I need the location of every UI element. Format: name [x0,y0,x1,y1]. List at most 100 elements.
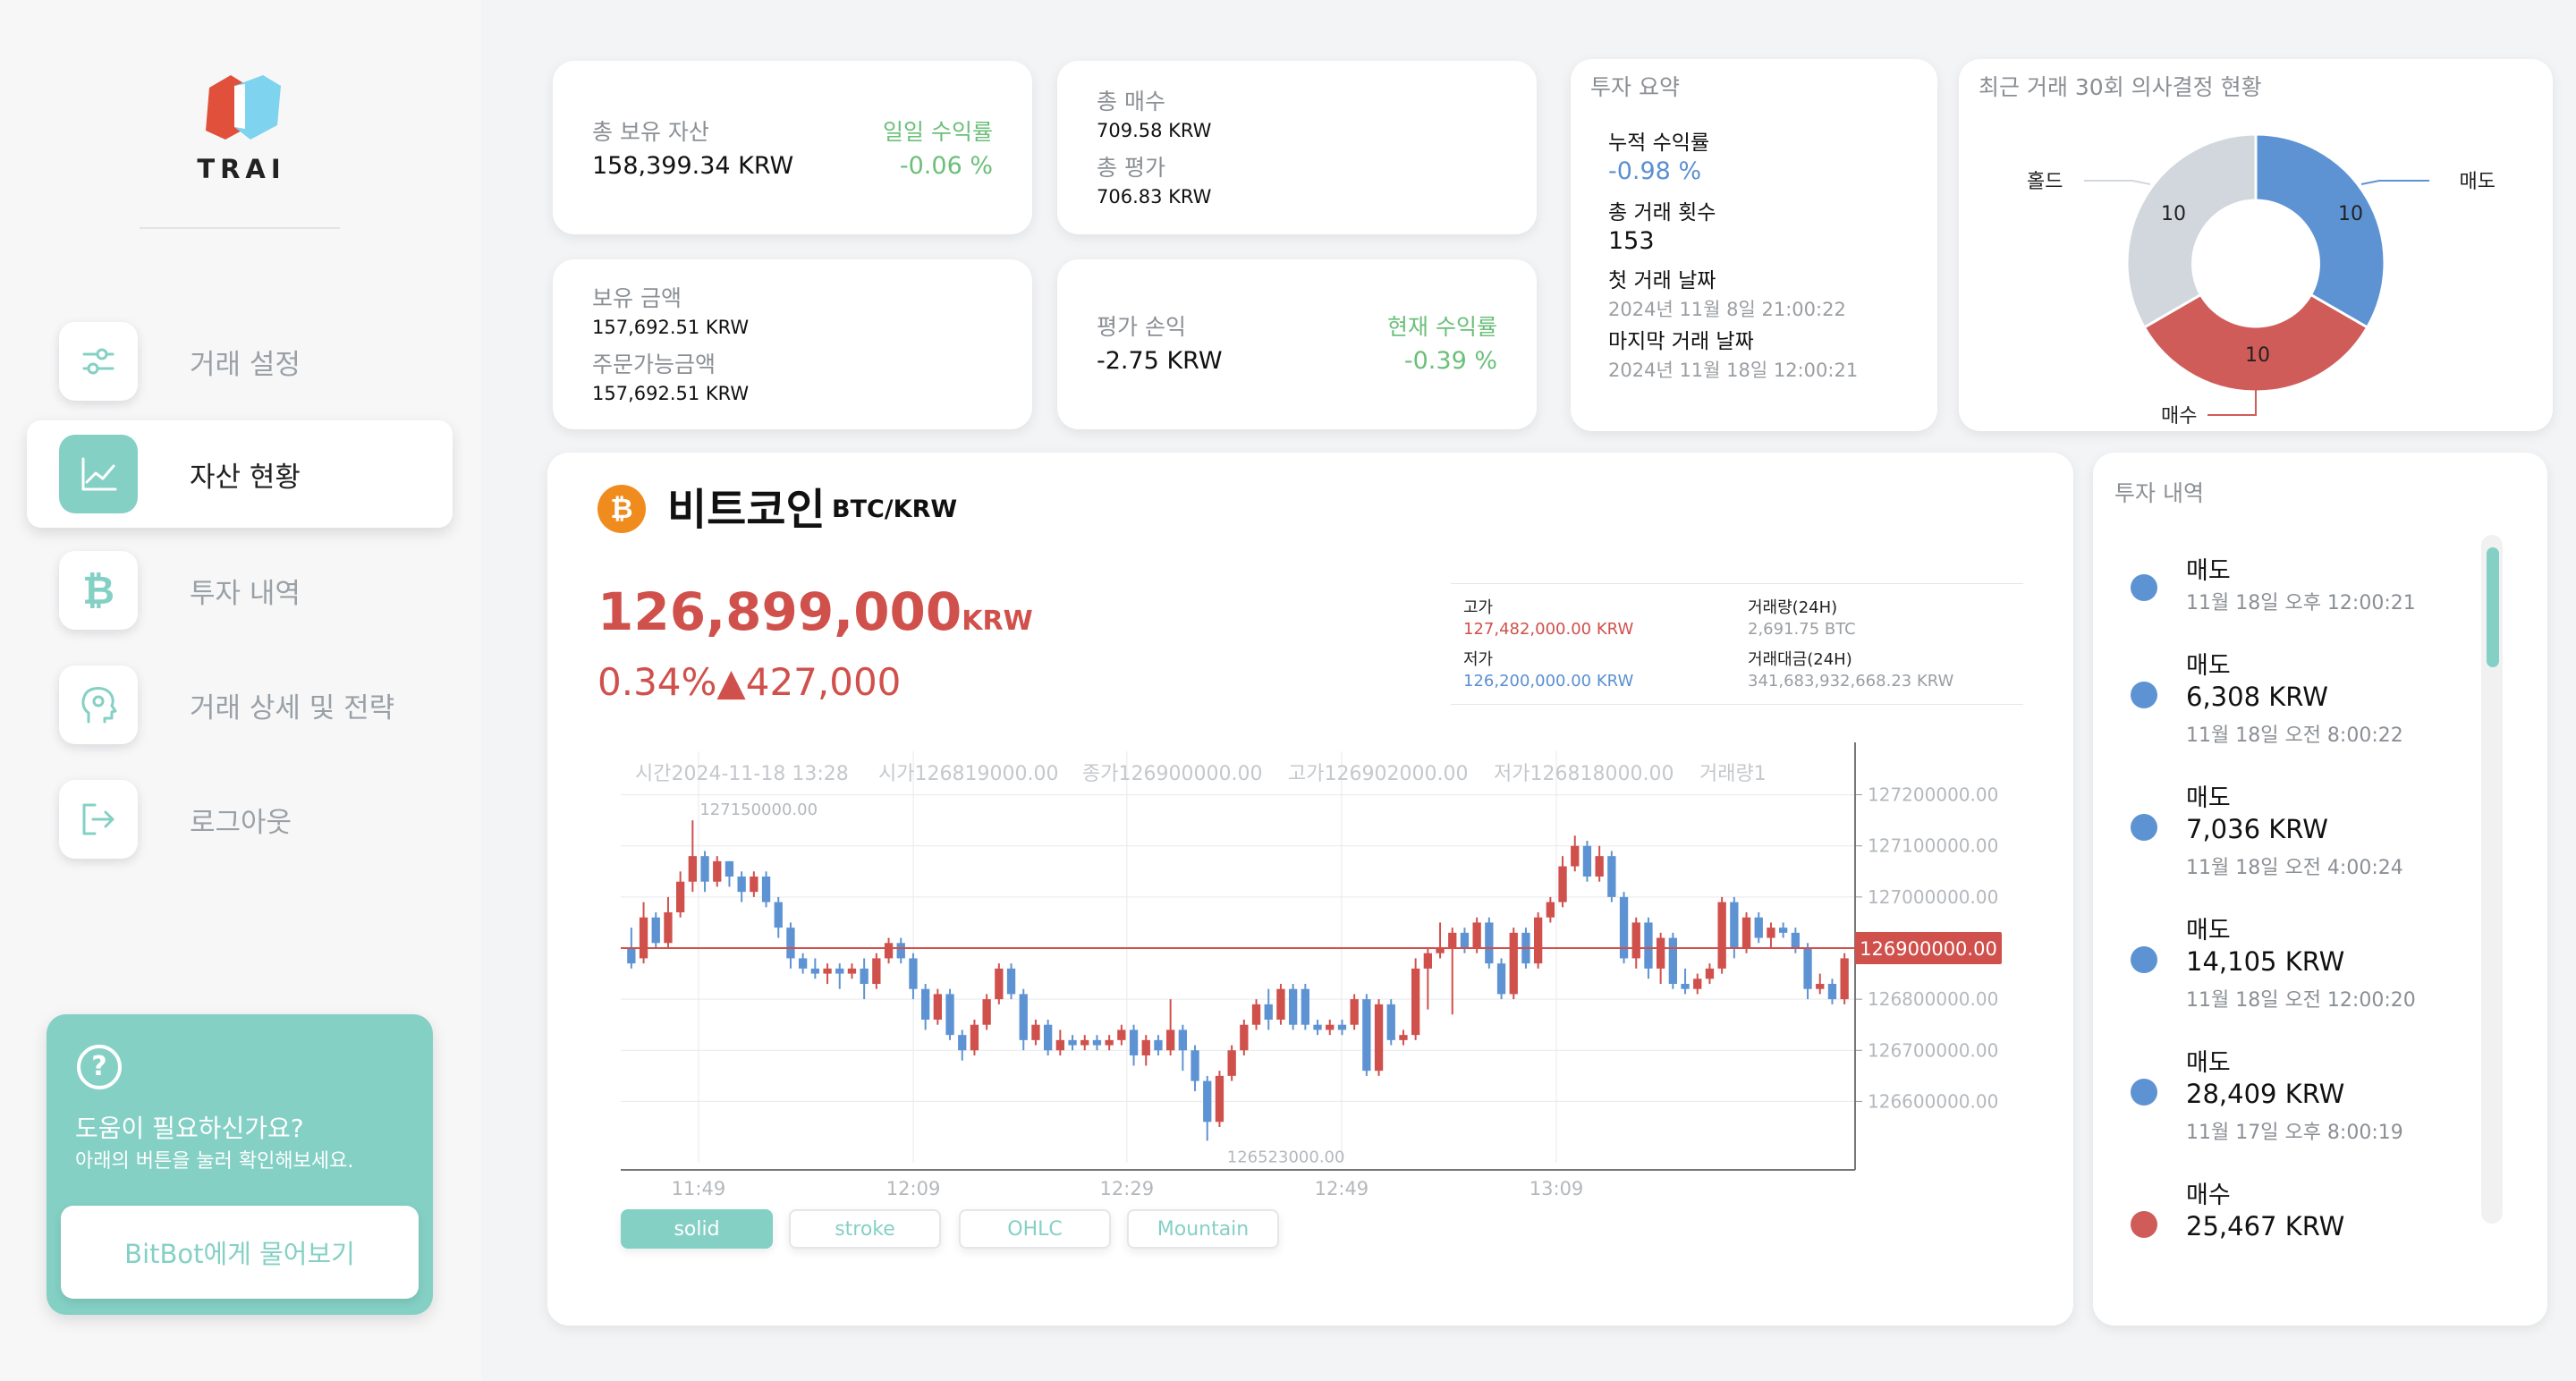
chart-style-ohlc-button[interactable]: OHLC [959,1209,1111,1249]
nav-item-trade-strategy[interactable]: 거래 상세 및 전략 [27,651,453,758]
nav-item-trade-settings[interactable]: 거래 설정 [27,308,453,415]
y-tick-label: 127100000.00 [1868,835,1998,857]
donut-label-buy: 매수 [2161,405,2197,428]
y-tick-label: 126700000.00 [1868,1039,1998,1061]
candle-body [1717,902,1726,969]
eval-pl-label: 평가 손익 [1097,314,1186,340]
donut-value-buy: 10 [2245,344,2270,367]
history-dot [2131,1079,2157,1106]
history-dot [2131,574,2157,601]
candle-body [810,968,820,974]
min-price-label: 126523000.00 [1227,1148,1345,1166]
history-type: 매도 [2186,784,2231,812]
candle-body [1191,1050,1199,1081]
chart-style-mountain-button[interactable]: Mountain [1127,1209,1279,1249]
x-tick-label: 12:09 [886,1178,941,1199]
trade-count-value: 153 [1608,227,1655,255]
donut-value-sell: 10 [2338,203,2363,225]
ask-bitbot-button[interactable]: BitBot에게 물어보기 [61,1206,419,1299]
trade-count-label: 총 거래 횟수 [1608,201,1716,225]
holding-value: 157,692.51 KRW [592,317,750,338]
candle-body [1105,1039,1114,1046]
candle-body [1165,1029,1175,1051]
history-type: 매도 [2186,917,2231,945]
candle-body [786,928,795,959]
candle-body [860,968,869,984]
candle-body [1607,856,1616,897]
chart-style-stroke-button[interactable]: stroke [789,1209,941,1249]
candle-body [823,968,832,974]
total-assets-card: 총 보유 자산 158,399.34 KRW 일일 수익률 -0.06 % [553,61,1032,234]
candle-body [1840,958,1849,1000]
candle-body [1496,963,1506,995]
candle-body [1313,1024,1322,1030]
history-time: 11월 17일 오후 8:00:19 [2186,1122,2403,1144]
nav-label: 로그아웃 [190,807,292,839]
history-dot [2131,946,2157,973]
history-scrollbar-thumb[interactable] [2487,547,2499,667]
donut-value-hold: 10 [2161,203,2186,225]
candle-body [774,902,783,928]
candle-body [1006,968,1016,995]
candle-body [1582,845,1592,877]
candle-body [1803,948,1812,989]
candle-body [627,948,636,964]
candle-body [1767,928,1775,938]
candle-body [933,994,943,1020]
candle-body [847,968,857,974]
coin-chart-card: ₿ 비트코인 BTC/KRW 126,899,000KRW 0.34%▲427,… [547,453,2073,1326]
history-amount: 6,308 KRW [2186,682,2328,712]
history-dot [2131,814,2157,841]
holding-card: 보유 금액 157,692.51 KRW 주문가능금액 157,692.51 K… [553,259,1032,429]
nav-label: 투자 내역 [190,578,301,610]
candle-body [1350,999,1359,1025]
nav-label: 거래 상세 및 전략 [190,692,395,724]
cum-return-value: -0.98 % [1608,157,1702,185]
candle-body [958,1035,967,1051]
candle-body [1546,902,1555,918]
first-trade-label: 첫 거래 날짜 [1608,269,1716,292]
current-price-label: 126900000.00 [1860,938,1997,960]
history-title: 투자 내역 [2114,480,2204,506]
nav-item-investment-history[interactable]: ₿ 투자 내역 [27,537,453,644]
x-tick-label: 12:29 [1100,1178,1155,1199]
candle-body [1019,994,1028,1040]
candle-body [1681,984,1690,989]
donut-label-hold: 홀드 [2027,171,2063,193]
investment-summary-card: 투자 요약 누적 수익률 -0.98 % 총 거래 횟수 153 첫 거래 날짜… [1571,59,1937,431]
current-return-value: -0.39 % [1403,347,1497,375]
candle-body [798,958,808,969]
nav-item-logout[interactable]: 로그아웃 [27,766,453,873]
chart-legend-close: 종가126900000.00 [1082,763,1262,785]
total-assets-value: 158,399.34 KRW [592,152,794,180]
candle-body [1129,1029,1139,1055]
candle-body [761,877,771,902]
nav-item-asset-status[interactable]: 자산 현황 [27,420,453,528]
candle-body [1472,922,1481,948]
candle-body [675,881,685,912]
candle-body [1288,988,1298,1025]
candle-body [688,856,698,882]
candle-body [1031,1024,1040,1040]
sliders-icon [59,322,138,401]
y-tick-label: 127200000.00 [1868,784,1998,806]
history-time: 11월 18일 오전 4:00:24 [2186,857,2403,879]
candlestick-chart[interactable]: 127200000.00 127100000.00 127000000.00 1268… [547,453,2073,1326]
chart-style-solid-button[interactable]: solid [621,1209,773,1249]
candle-body [1080,1039,1089,1046]
bitcoin-icon: ₿ [59,551,138,630]
candle-body [1485,922,1494,964]
candle-body [724,860,734,877]
candle-body [737,877,746,893]
candle-body [664,912,673,944]
candle-body [1571,845,1580,867]
candle-body [995,968,1004,1000]
candle-body [1816,984,1825,989]
decision-card: 최근 거래 30회 의사결정 현황 10 10 10 매도 홀드 매수 [1959,59,2553,431]
total-assets-label: 총 보유 자산 [592,119,709,145]
candle-body [1730,902,1739,948]
brain-head-icon [59,665,138,744]
candle-body [1141,1039,1150,1055]
donut-slice-sell [2254,132,2386,330]
chart-line-icon [59,435,138,513]
